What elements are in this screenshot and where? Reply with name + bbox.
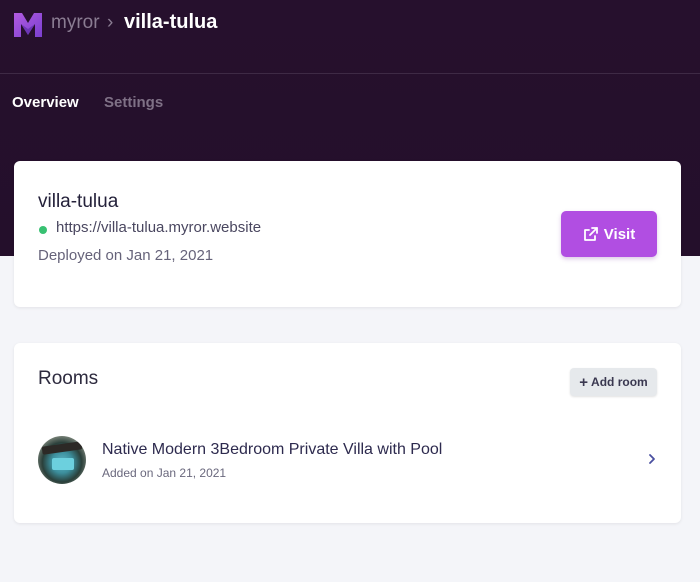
tab-overview[interactable]: Overview (12, 94, 79, 111)
rooms-title: Rooms (38, 368, 99, 389)
brand-name[interactable]: myror (51, 12, 100, 34)
site-url[interactable]: https://villa-tulua.myror.website (56, 219, 261, 236)
room-added-date: Added on Jan 21, 2021 (102, 466, 227, 480)
external-link-icon (583, 227, 598, 241)
add-room-button[interactable]: + Add room (570, 368, 657, 396)
myror-logo-icon[interactable] (12, 9, 44, 41)
visit-button[interactable]: Visit (561, 211, 657, 257)
room-name: Native Modern 3Bedroom Private Villa wit… (102, 441, 443, 458)
breadcrumb-separator: › (107, 12, 114, 33)
visit-button-label: Visit (603, 225, 636, 243)
tab-settings[interactable]: Settings (104, 94, 163, 111)
site-name: villa-tulua (38, 191, 119, 212)
status-indicator (39, 226, 47, 234)
top-bar: myror › villa-tulua (0, 0, 700, 74)
add-room-label: Add room (591, 375, 648, 389)
site-card: villa-tulua https://villa-tulua.myror.we… (14, 161, 681, 307)
plus-icon: + (579, 373, 589, 391)
room-thumbnail (38, 436, 86, 484)
project-title: villa-tulua (124, 11, 218, 33)
chevron-right-icon[interactable] (645, 451, 659, 467)
room-list-item[interactable]: Native Modern 3Bedroom Private Villa wit… (38, 435, 659, 487)
deployed-date: Deployed on Jan 21, 2021 (38, 247, 214, 264)
rooms-card: Rooms + Add room Native Modern 3Bedroom … (14, 343, 681, 523)
